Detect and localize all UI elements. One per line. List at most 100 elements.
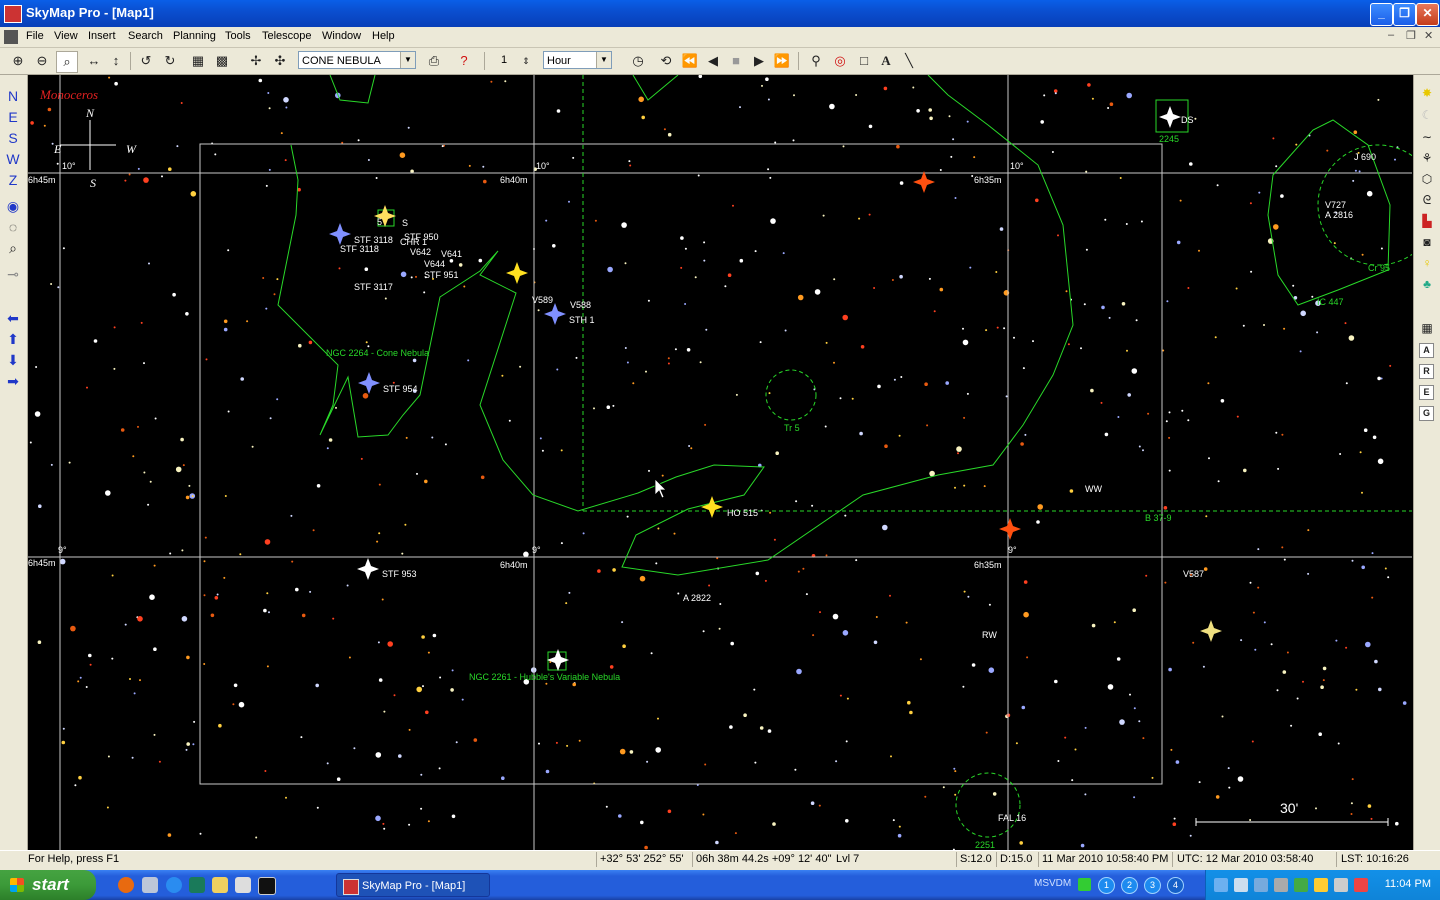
magnifier-icon[interactable]: ⌕ [4,239,22,257]
target-icon[interactable]: ◎ [830,51,850,71]
expand-horizontal-icon[interactable]: ↔ [84,51,104,71]
comet-icon[interactable]: ∼ [1419,129,1435,145]
toggle-e-button[interactable]: E [1419,385,1434,400]
toggle-g-button[interactable]: G [1419,406,1434,421]
tray-app-icon[interactable] [1334,878,1348,892]
camera-icon[interactable]: ◙ [1419,234,1435,250]
text-tool-icon[interactable]: A [876,51,896,71]
fast-forward-icon[interactable]: ⏩ [772,51,792,71]
quicklaunch-icon[interactable] [142,877,158,893]
step-back-icon[interactable]: ◀ [703,51,723,71]
rotate-left-icon[interactable]: ↺ [136,51,156,71]
orient-east-button[interactable]: E [4,108,22,126]
observatory-icon[interactable]: ▙ [1419,213,1435,229]
pan-right-icon[interactable]: ➡ [4,372,22,390]
security-icon[interactable] [1294,878,1308,892]
compass-icon[interactable]: ◌ [4,218,22,236]
firefox-icon[interactable] [118,877,134,893]
step-forward-icon[interactable]: ▶ [749,51,769,71]
chevron-down-icon[interactable]: ▼ [400,52,415,68]
menu-planning[interactable]: Planning [173,30,216,42]
step-spinner-icon[interactable]: ⇕ [516,51,536,71]
orient-west-button[interactable]: W [4,150,22,168]
zoom-out-icon[interactable]: ⊖ [32,51,52,71]
grid-icon[interactable]: ▦ [188,51,208,71]
taskbar-item-skymap[interactable]: SkyMap Pro - [Map1] [336,873,490,897]
pan-up-icon[interactable]: ⬆ [4,330,22,348]
context-help-icon[interactable]: ? [454,51,474,71]
menu-tools[interactable]: Tools [225,30,251,42]
update-icon[interactable] [1314,878,1328,892]
start-button[interactable]: start [0,870,96,900]
clock[interactable]: 11:04 PM [1385,878,1431,890]
tray-app-icon[interactable] [1274,878,1288,892]
volume-icon[interactable] [1254,878,1268,892]
object-combo[interactable]: CONE NEBULA ▼ [298,51,416,69]
network-icon[interactable] [1214,878,1228,892]
timer-icon[interactable]: ◷ [628,51,648,71]
display-icon[interactable] [1234,878,1248,892]
toggle-a-button[interactable]: A [1419,343,1434,358]
moon-icon[interactable]: ☾ [1419,107,1435,123]
expand-vertical-icon[interactable]: ↕ [106,51,126,71]
close-button[interactable]: ✕ [1416,3,1439,26]
zoom-window-icon[interactable]: ⌕ [56,51,78,73]
mdi-restore-icon[interactable]: ❐ [1406,29,1416,42]
menu-search[interactable]: Search [128,30,163,42]
show-desktop-icon[interactable] [189,877,205,893]
menu-help[interactable]: Help [372,30,395,42]
mdi-doc-icon[interactable] [4,30,18,44]
restore-button[interactable]: ❐ [1393,3,1416,26]
menu-telescope[interactable]: Telescope [262,30,312,42]
palette-icon[interactable]: ♣ [1419,276,1435,292]
step-value[interactable]: 1 [494,51,514,69]
app-launcher-icon[interactable] [235,877,251,893]
command-prompt-icon[interactable] [258,877,276,895]
virtual-desktop-3[interactable]: 3 [1144,877,1161,894]
folder-icon[interactable] [212,877,228,893]
virtual-desktop-4[interactable]: 4 [1167,877,1184,894]
virtual-desktop-1[interactable]: 1 [1098,877,1115,894]
pan-down-icon[interactable]: ⬇ [4,351,22,369]
stop-icon[interactable]: ■ [726,51,746,71]
orient-south-button[interactable]: S [4,129,22,147]
virtual-desktop-2[interactable]: 2 [1121,877,1138,894]
line-tool-icon[interactable]: ╲ [899,51,919,71]
menu-file[interactable]: File [26,30,44,42]
rotate-right-icon[interactable]: ↻ [160,51,180,71]
tray-app-icon[interactable] [1354,878,1368,892]
menu-view[interactable]: View [54,30,78,42]
language-indicator[interactable]: MSVDM [1034,878,1071,889]
grid-alt-icon[interactable]: ▩ [212,51,232,71]
lightbulb-icon[interactable]: ♀ [1419,255,1435,271]
internet-explorer-icon[interactable] [166,877,182,893]
telescope-icon[interactable]: ⚲ [806,51,826,71]
orient-north-button[interactable]: N [4,87,22,105]
sky-map-canvas[interactable]: Monoceros N E S W 6h45m 6h40m 6h35m 6h45… [28,75,1412,850]
menu-window[interactable]: Window [322,30,361,42]
zoom-in-icon[interactable]: ⊕ [8,51,28,71]
globe-icon[interactable]: ◉ [4,197,22,215]
center-target-icon[interactable]: ✣ [270,51,290,71]
mdi-close-icon[interactable]: ✕ [1424,29,1433,42]
rectangle-icon[interactable]: □ [854,51,874,71]
table-icon[interactable]: ▦ [1419,320,1435,336]
mdi-minimize-icon[interactable]: – [1388,29,1394,41]
galaxy-icon[interactable]: ᘓ [1419,192,1435,208]
grid-tray-icon[interactable] [1078,878,1091,891]
orient-zenith-button[interactable]: Z [4,171,22,189]
toggle-r-button[interactable]: R [1419,364,1434,379]
satellite-icon[interactable]: ⬡ [1419,171,1435,187]
asteroid-icon[interactable]: ⚘ [1419,150,1435,166]
center-object-icon[interactable]: ✢ [246,51,266,71]
print-icon[interactable]: ⎙ [424,51,444,71]
fast-back-icon[interactable]: ⏪ [680,51,700,71]
time-unit-combo[interactable]: Hour ▼ [543,51,612,69]
sun-icon[interactable]: ✸ [1419,85,1435,101]
menu-insert[interactable]: Insert [88,30,116,42]
key-icon[interactable]: ⊸ [4,265,22,283]
minimize-button[interactable]: _ [1370,3,1393,26]
chevron-down-icon[interactable]: ▼ [596,52,611,68]
sky-map[interactable]: Monoceros N E S W 6h45m 6h40m 6h35m 6h45… [28,75,1412,850]
animate-icon[interactable]: ⟲ [656,51,676,71]
